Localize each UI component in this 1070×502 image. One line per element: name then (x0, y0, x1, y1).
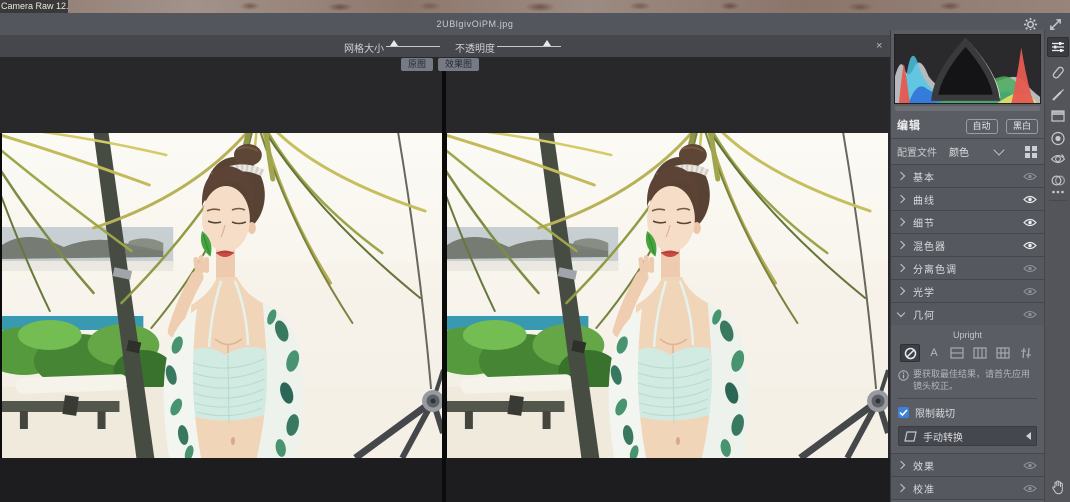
upright-vertical-button[interactable] (971, 345, 989, 361)
eye-icon[interactable] (1023, 310, 1037, 319)
chevron-right-icon (897, 172, 905, 180)
section-calibration[interactable]: 校准 (891, 476, 1044, 499)
auto-button[interactable]: 自动 (966, 119, 998, 134)
chevron-right-icon (897, 241, 905, 249)
chevron-down-icon (897, 309, 905, 317)
pane-divider (442, 71, 446, 502)
tools-column (1044, 30, 1070, 502)
window-title: Camera Raw 12.3 (0, 0, 68, 13)
camera-raw-window: Camera Raw 12.3 2UBlgivOiPM.jpg 网格大小 不透明… (0, 0, 1070, 502)
eye-icon[interactable] (1023, 218, 1037, 227)
opacity-slider[interactable] (497, 46, 561, 47)
chevron-down-icon[interactable] (993, 144, 1004, 155)
manual-transform-label: 手动转换 (923, 429, 963, 444)
chevron-right-icon (897, 484, 905, 492)
transform-icon (904, 431, 917, 442)
section-detail[interactable]: 细节 (891, 210, 1044, 233)
hand-icon[interactable] (1051, 480, 1065, 495)
edit-title: 编辑 (897, 117, 921, 133)
geometry-info-text: 要获取最佳结果，请首先应用镜头校正。 (913, 369, 1037, 392)
eye-icon[interactable] (1023, 461, 1037, 470)
edit-panel: 编辑 自动 黑白 配置文件 颜色 基本 (890, 30, 1070, 502)
divider (898, 398, 1037, 399)
histogram[interactable] (894, 34, 1041, 104)
radial-filter-icon[interactable] (1051, 131, 1066, 146)
profile-label: 配置文件 (897, 144, 937, 159)
section-curve[interactable]: 曲线 (891, 187, 1044, 210)
manual-transform-row[interactable]: 手动转换 (898, 426, 1037, 446)
eye-icon[interactable] (1023, 264, 1037, 273)
upright-mode-row: A (898, 344, 1037, 362)
titlebar-background (0, 0, 1070, 13)
more-icon[interactable] (1051, 190, 1065, 194)
geometry-body: Upright A (891, 325, 1044, 453)
eye-icon[interactable] (1023, 287, 1037, 296)
upright-guided-button[interactable] (1017, 345, 1035, 361)
graduated-filter-icon[interactable] (1051, 110, 1065, 122)
eye-icon[interactable] (1023, 195, 1037, 204)
filename-label: 2UBlgivOiPM.jpg (0, 13, 950, 35)
section-split-toning[interactable]: 分离色调 (891, 256, 1044, 279)
after-image-button[interactable]: 效果图 (438, 58, 479, 71)
before-photo[interactable] (2, 133, 443, 458)
collapse-left-icon[interactable] (1026, 432, 1031, 440)
eye-icon[interactable] (1023, 241, 1037, 250)
image-preview-area: 原图 效果图 (0, 57, 890, 502)
divider (1049, 200, 1067, 201)
section-basic[interactable]: 基本 (891, 165, 1044, 187)
before-after-toggle: 原图 效果图 (401, 58, 479, 71)
eye-icon[interactable] (1023, 484, 1037, 493)
section-geometry[interactable]: 几何 (891, 302, 1044, 325)
constrain-crop-checkbox[interactable] (898, 407, 909, 418)
opacity-thumb[interactable] (543, 40, 551, 46)
grid-size-thumb[interactable] (390, 40, 398, 46)
chevron-right-icon (897, 461, 905, 469)
before-image-button[interactable]: 原图 (401, 58, 433, 71)
edit-sliders-icon[interactable] (1047, 37, 1069, 57)
adjustment-brush-icon[interactable] (1051, 88, 1065, 102)
section-optics[interactable]: 光学 (891, 279, 1044, 302)
profile-browser-icon[interactable] (1024, 145, 1038, 159)
section-effects[interactable]: 效果 (891, 453, 1044, 476)
upright-auto-button[interactable]: A (925, 345, 943, 361)
profile-row: 配置文件 颜色 (891, 139, 1044, 165)
chevron-right-icon (897, 195, 905, 203)
grid-size-slider[interactable] (386, 46, 440, 47)
constrain-crop-row: 限制裁切 (898, 405, 1037, 420)
constrain-crop-label: 限制裁切 (915, 405, 955, 420)
grid-overlay-toolbar: 网格大小 不透明度 × (0, 35, 890, 57)
section-color-mixer[interactable]: 混色器 (891, 233, 1044, 256)
edit-header: 编辑 自动 黑白 (891, 111, 1044, 139)
close-icon[interactable]: × (876, 39, 882, 53)
upright-level-button[interactable] (948, 345, 966, 361)
info-icon (898, 370, 909, 381)
geometry-info: 要获取最佳结果，请首先应用镜头校正。 (898, 369, 1037, 392)
red-eye-icon[interactable] (1051, 153, 1066, 165)
bw-button[interactable]: 黑白 (1006, 119, 1038, 134)
after-photo[interactable] (447, 133, 888, 458)
highlight-clipping-indicator[interactable] (893, 36, 1038, 104)
chevron-right-icon (897, 264, 905, 272)
chevron-right-icon (897, 287, 905, 295)
chevron-right-icon (897, 218, 905, 226)
profile-select[interactable]: 颜色 (949, 144, 969, 159)
eye-icon[interactable] (1023, 172, 1037, 181)
title-bar: Camera Raw 12.3 (0, 0, 1070, 13)
upright-full-button[interactable] (994, 345, 1012, 361)
upright-label: Upright (898, 330, 1037, 340)
grid-size-label: 网格大小 (344, 40, 384, 55)
snapshots-icon[interactable] (1051, 174, 1066, 187)
opacity-label: 不透明度 (455, 40, 495, 55)
healing-brush-icon[interactable] (1051, 66, 1065, 80)
upright-off-button[interactable] (900, 344, 920, 362)
